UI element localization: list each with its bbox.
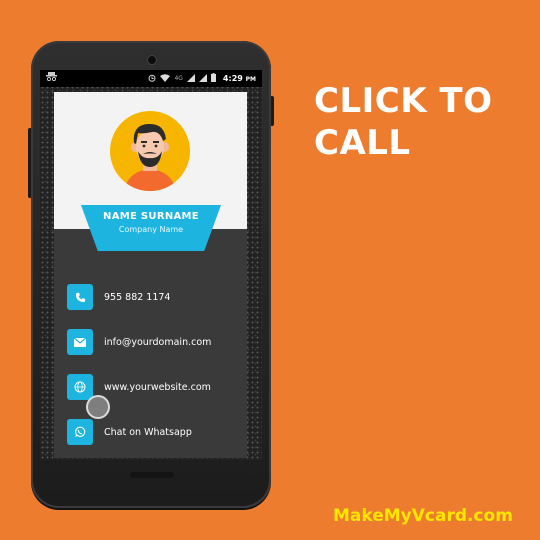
- headline-line-2: CALL: [314, 123, 411, 163]
- whatsapp-contact-row[interactable]: Chat on Whatsapp: [67, 419, 242, 445]
- headline-line-1: CLICK TO: [314, 81, 493, 121]
- network-type: 4G: [174, 75, 183, 82]
- touch-indicator: [86, 395, 110, 419]
- phone-camera: [147, 55, 157, 65]
- phone-screen: 4G 4:29 PM NAME SURNAME Company Name 955…: [40, 70, 262, 460]
- avatar: [110, 111, 190, 191]
- signal-icon: [186, 73, 195, 84]
- company-name: Company Name: [118, 225, 184, 234]
- website-url[interactable]: www.yourwebsite.com: [104, 382, 211, 393]
- vcard: NAME SURNAME Company Name 955 882 1174 i…: [54, 92, 247, 458]
- phone-speaker: [130, 472, 174, 478]
- brand-name[interactable]: MakeMyVcard.com: [333, 506, 513, 526]
- email-contact-row[interactable]: info@yourdomain.com: [67, 329, 242, 355]
- phone-icon[interactable]: [67, 284, 93, 310]
- email-address[interactable]: info@yourdomain.com: [104, 337, 211, 348]
- headline: CLICK TO CALL: [314, 80, 493, 164]
- wifi-icon: [160, 73, 171, 84]
- signal-2-icon: [198, 73, 207, 84]
- alarm-icon: [148, 74, 156, 84]
- contact-name: NAME SURNAME: [103, 211, 199, 222]
- status-time: 4:29 PM: [222, 74, 256, 83]
- whatsapp-chat[interactable]: Chat on Whatsapp: [104, 427, 192, 438]
- name-banner: NAME SURNAME Company Name: [81, 205, 221, 251]
- incognito-icon: [46, 72, 57, 84]
- globe-icon[interactable]: [67, 374, 93, 400]
- phone-contact-row[interactable]: 955 882 1174: [67, 284, 242, 310]
- status-bar: 4G 4:29 PM: [40, 70, 262, 87]
- battery-icon: [210, 73, 216, 84]
- whatsapp-icon[interactable]: [67, 419, 93, 445]
- phone-number[interactable]: 955 882 1174: [104, 292, 170, 303]
- email-icon[interactable]: [67, 329, 93, 355]
